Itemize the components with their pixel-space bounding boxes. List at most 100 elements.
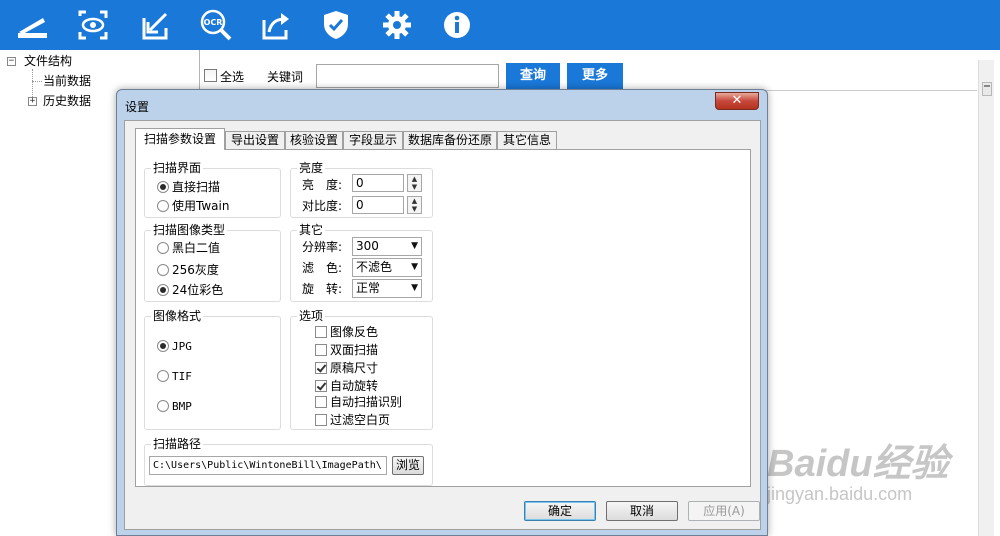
scan-params-panel: 扫描界面 直接扫描 使用Twain 亮度 亮 度: 0 ▲ ▼ 对比度: 0 ▲ ▼… [135,149,751,487]
checkbox[interactable] [315,395,327,408]
preview-button[interactable] [73,5,113,45]
radio-256-gray[interactable]: 256灰度 [157,262,219,278]
radio-direct-scan[interactable]: 直接扫描 [157,179,220,195]
main-toolbar: OCR [0,0,1000,50]
close-button[interactable]: ✕ [715,92,759,110]
radio-tif[interactable]: TIF [157,369,192,385]
resolution-select[interactable]: 300 ▼ [352,237,422,256]
radio-button[interactable] [157,400,169,412]
settings-button[interactable] [377,5,417,45]
tree-connector [32,81,42,82]
brightness-label: 亮 度: [302,178,343,192]
option-auto-recognize[interactable]: 自动扫描识别 [315,394,402,410]
tab-export-settings[interactable]: 导出设置 [225,131,285,150]
checkbox[interactable] [315,379,327,392]
radio-button[interactable] [157,370,169,382]
option-skip-blank[interactable]: 过滤空白页 [315,412,390,428]
brightness-input[interactable]: 0 [352,174,404,192]
rotate-select[interactable]: 正常 ▼ [352,279,422,298]
settings-dialog: 设置 ✕ 扫描参数设置 导出设置 核验设置 字段显示 数据库备份还原 其它信息 … [116,89,768,536]
vertical-scrollbar[interactable] [978,60,994,536]
verify-button[interactable] [316,5,356,45]
tab-verify-settings[interactable]: 核验设置 [285,131,343,150]
select-all-label: 全选 [220,70,245,84]
tab-scan-params[interactable]: 扫描参数设置 [135,128,225,150]
other-group: 其它 分辨率: 300 ▼ 滤 色: 不滤色 ▼ 旋 转: 正常 ▼ [290,223,433,302]
rotate-label: 旋 转: [302,282,343,296]
scan-path-group: 扫描路径 C:\Users\Public\WintoneBill\ImagePa… [144,437,433,486]
tab-field-display[interactable]: 字段显示 [343,131,403,150]
chevron-down-icon: ▼ [411,262,418,272]
option-auto-rotate[interactable]: 自动旋转 [315,378,378,394]
collapse-icon[interactable]: − [7,57,16,66]
radio-button[interactable] [157,199,169,212]
info-icon [444,12,470,38]
option-original-size[interactable]: 原稿尺寸 [315,360,378,376]
query-button[interactable]: 查询 [506,63,560,89]
chevron-down-icon: ▼ [411,283,418,293]
keyword-label: 关键词 [267,70,304,84]
options-group: 选项 图像反色 双面扫描 原稿尺寸 自动旋转 自动扫描识别 过滤空白页 [290,309,433,430]
group-title: 扫描图像类型 [151,223,228,237]
radio-button[interactable] [157,241,169,254]
radio-button[interactable] [157,263,169,276]
group-title: 图像格式 [151,309,204,323]
radio-24bit-color[interactable]: 24位彩色 [157,282,223,298]
radio-jpg[interactable]: JPG [157,339,192,355]
more-button[interactable]: 更多 [567,63,623,89]
radio-button[interactable] [157,283,169,296]
gear-icon [383,11,411,39]
group-title: 扫描路径 [151,437,204,451]
tree-item-history-data[interactable]: 历史数据 [43,93,91,109]
scan-interface-group: 扫描界面 直接扫描 使用Twain [144,161,281,218]
expand-icon[interactable]: + [28,97,37,106]
filter-label: 滤 色: [302,261,343,275]
scan-button[interactable] [12,5,52,45]
chevron-down-icon: ▼ [411,241,418,251]
dialog-title: 设置 [125,100,150,114]
eye-icon [78,10,108,40]
tree-root-file-structure[interactable]: 文件结构 [24,53,72,69]
tab-db-backup[interactable]: 数据库备份还原 [403,131,497,150]
checkbox[interactable] [315,343,327,356]
svg-text:OCR: OCR [204,18,223,27]
search-bar: 全选 关键词 查询 更多 [201,62,981,90]
scrollbar-grip[interactable] [982,82,992,96]
group-title: 扫描界面 [151,161,204,175]
contrast-input[interactable]: 0 [352,196,404,214]
tree-item-current-data[interactable]: 当前数据 [43,73,91,89]
contrast-stepper[interactable]: ▲ ▼ [407,196,422,214]
filter-select[interactable]: 不滤色 ▼ [352,258,422,277]
ocr-button[interactable]: OCR [196,5,236,45]
import-icon [142,12,168,40]
radio-button[interactable] [157,340,169,352]
brightness-stepper[interactable]: ▲ ▼ [407,174,422,192]
radio-bmp[interactable]: BMP [157,399,192,415]
dialog-body: 扫描参数设置 导出设置 核验设置 字段显示 数据库备份还原 其它信息 扫描界面 … [124,120,761,530]
option-invert-color[interactable]: 图像反色 [315,324,378,340]
export-button[interactable] [256,5,296,45]
keyword-input[interactable] [316,64,499,88]
checkbox[interactable] [315,413,327,426]
tab-other-info[interactable]: 其它信息 [497,131,557,150]
ok-button[interactable]: 确定 [524,501,596,521]
select-all-checkbox[interactable] [204,69,217,82]
import-button[interactable] [135,5,175,45]
contrast-label: 对比度: [302,199,343,213]
apply-button[interactable]: 应用(A) [688,501,760,521]
radio-button[interactable] [157,180,169,193]
baidu-watermark: Baidu经验 [767,443,949,485]
radio-use-twain[interactable]: 使用Twain [157,198,229,214]
checkbox[interactable] [315,361,327,374]
group-title: 选项 [297,309,326,323]
browse-button[interactable]: 浏览 [392,456,424,475]
option-duplex-scan[interactable]: 双面扫描 [315,342,378,358]
baidu-watermark-url: jingyan.baidu.com [767,484,913,504]
radio-bw[interactable]: 黑白二值 [157,240,220,256]
cancel-button[interactable]: 取消 [606,501,678,521]
scan-icon [18,18,47,38]
checkbox[interactable] [315,325,327,338]
group-title: 其它 [297,223,326,237]
scan-path-input[interactable]: C:\Users\Public\WintoneBill\ImagePath\ [149,456,387,475]
about-button[interactable] [437,5,477,45]
